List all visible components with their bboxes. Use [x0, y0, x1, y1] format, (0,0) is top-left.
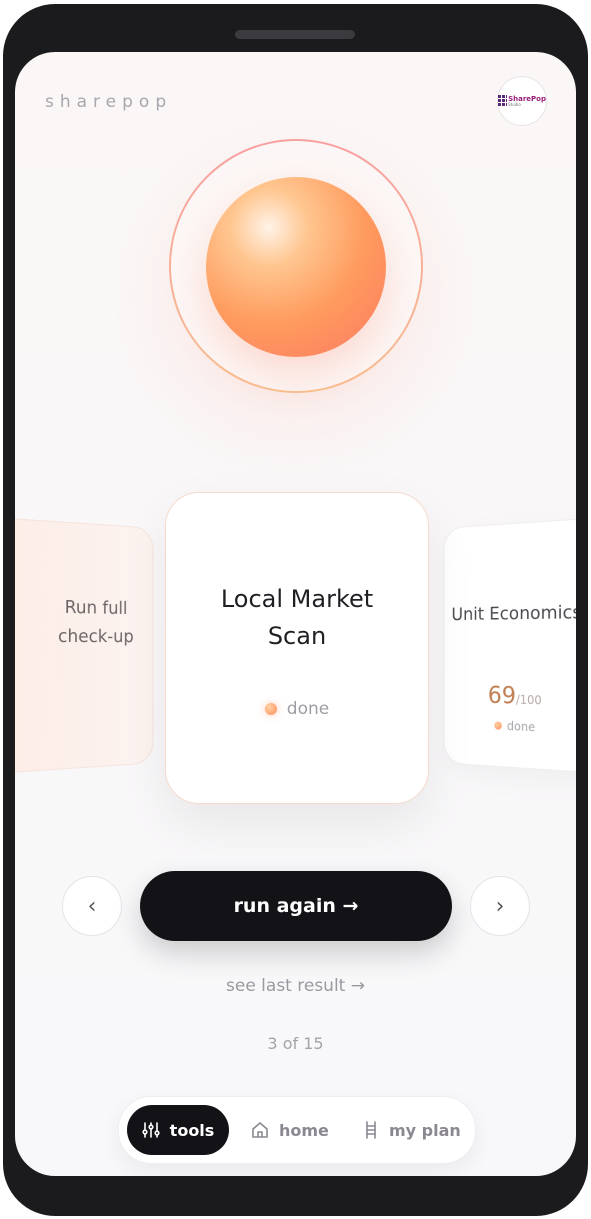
tool-card-previous[interactable]: Run full check-up: [15, 516, 153, 775]
logo-line2: Studio: [508, 103, 546, 107]
ladder-icon: [363, 1121, 379, 1139]
tool-card-title: Local Market Scan: [197, 581, 397, 655]
score-readout: 69/100: [488, 681, 542, 710]
tool-card-title: Unit Economics: [452, 602, 576, 625]
sliders-icon: [142, 1121, 160, 1139]
next-tool-button[interactable]: ›: [470, 876, 530, 936]
status-label: done: [507, 719, 535, 734]
status-dot-icon: [494, 722, 501, 730]
score-max: /100: [516, 693, 542, 708]
see-last-result-link[interactable]: see last result →: [15, 976, 576, 996]
status-label: done: [287, 699, 329, 719]
status-dot-icon: [265, 703, 277, 715]
nav-tab-label: my plan: [389, 1121, 461, 1140]
nav-tab-tools[interactable]: tools: [127, 1105, 229, 1155]
studio-logo-button[interactable]: SharePop Studio: [497, 76, 547, 126]
nav-tab-label: tools: [170, 1121, 215, 1140]
nav-tab-my-plan[interactable]: my plan: [363, 1105, 461, 1155]
bottom-nav: tools home my plan: [118, 1096, 476, 1164]
app-screen: sharepop SharePop Studio Run full check-…: [15, 52, 576, 1176]
score-value: 69: [488, 681, 516, 709]
logo-grid-icon: [498, 95, 506, 107]
carousel-counter: 3 of 15: [15, 1034, 576, 1053]
status-indicator: done: [265, 699, 329, 719]
status-orb: [206, 177, 386, 357]
chevron-right-icon: ›: [496, 894, 505, 919]
tool-card-current[interactable]: Local Market Scan done: [165, 492, 429, 804]
brand-wordmark: sharepop: [45, 92, 172, 112]
run-again-button[interactable]: run again →: [140, 871, 452, 941]
tool-card-next[interactable]: Unit Economics 69/100 done: [444, 516, 576, 775]
nav-tab-home[interactable]: home: [251, 1105, 329, 1155]
logo-text: SharePop Studio: [508, 96, 546, 107]
previous-tool-button[interactable]: ‹: [62, 876, 122, 936]
chevron-left-icon: ‹: [88, 894, 97, 919]
phone-speaker: [235, 30, 355, 39]
phone-frame: sharepop SharePop Studio Run full check-…: [3, 4, 588, 1216]
tool-card-title: Run full check-up: [37, 592, 152, 651]
home-icon: [251, 1121, 269, 1139]
status-indicator: done: [494, 719, 535, 735]
nav-tab-label: home: [279, 1121, 329, 1140]
